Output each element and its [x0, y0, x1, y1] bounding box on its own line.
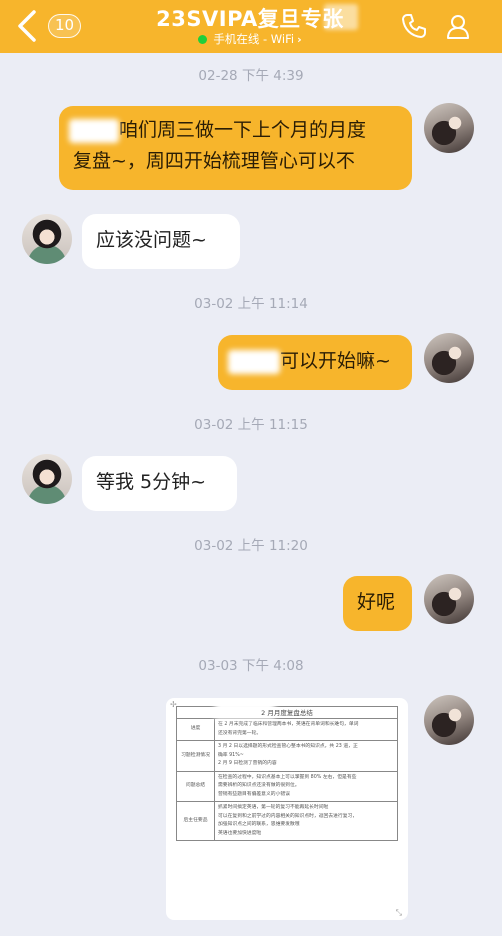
self-avatar[interactable]: [424, 574, 474, 624]
chat-header: 10 23SVIPA复旦专张 手机在线 - WiFi ›: [0, 0, 502, 53]
message-line: 复盘~，周四开始梳理管心可以不: [73, 150, 355, 172]
message-timestamp: 02-28 下午 4:39: [198, 68, 304, 84]
back-chevron-icon: [18, 10, 36, 42]
document-preview: 2 月月度复盘总结 进度 在 2 月末完成了临床和营理两本书，英语在背单词和长难…: [176, 701, 398, 841]
incoming-message[interactable]: 应该没问题~: [82, 214, 240, 269]
message-line: 咱们周三做一下上个月的月度: [69, 115, 398, 146]
table-cell-key: 后主任要品: [176, 801, 215, 841]
online-status-text: 手机在线 - WiFi: [213, 32, 295, 46]
self-avatar[interactable]: [424, 695, 474, 745]
redacted-mask: [324, 4, 358, 30]
document-table: 进度 在 2 月末完成了临床和营理两本书，英语在背单词和长难句，单词 还没有背完…: [176, 718, 398, 841]
redacted-mask: [69, 118, 119, 143]
table-cell-value: 3 月 2 日以选择题的形式检查管心整本书的知识点，共 23 道，正 确率 91…: [214, 740, 398, 772]
incoming-message[interactable]: 等我 5分钟~: [82, 456, 237, 511]
unread-count-badge[interactable]: 10: [48, 14, 82, 38]
table-row: 习题检测情况 3 月 2 日以选择题的形式检查管心整本书的知识点，共 23 道，…: [176, 740, 398, 772]
table-cell-key: 进度: [176, 718, 215, 741]
self-avatar[interactable]: [424, 103, 474, 153]
phone-icon[interactable]: [400, 12, 428, 40]
image-message[interactable]: ✢ 2 月月度复盘总结 进度 在 2 月末完成了临床和营理两本书，英语在背单词和…: [166, 698, 408, 920]
table-row: 问题总结 在检查的过程中，知识点基本上可以掌握到 80% 左右，但是有些 需要辨…: [176, 770, 398, 802]
online-dot-icon: [198, 34, 208, 44]
message-timestamp: 03-03 下午 4:08: [198, 658, 304, 674]
table-cell-key: 问题总结: [176, 770, 215, 802]
online-status[interactable]: 手机在线 - WiFi ›: [170, 31, 330, 47]
contact-avatar[interactable]: [22, 214, 72, 264]
outgoing-message[interactable]: 咱们周三做一下上个月的月度 复盘~，周四开始梳理管心可以不: [59, 106, 412, 190]
message-timestamp: 03-02 上午 11:14: [194, 296, 308, 312]
message-timestamp: 03-02 上午 11:15: [194, 417, 308, 433]
redacted-mask: [228, 349, 280, 374]
outgoing-message[interactable]: 可以开始嘛~: [218, 335, 412, 390]
document-title: 2 月月度复盘总结: [176, 701, 398, 719]
resize-handle-icon: ⤡: [395, 908, 402, 917]
table-cell-value: 在检查的过程中，知识点基本上可以掌握到 80% 左右，但是有些 需要辨析的知识点…: [214, 770, 398, 802]
outgoing-message[interactable]: 好呢: [343, 576, 412, 631]
contact-avatar[interactable]: [22, 454, 72, 504]
table-cell-key: 习题检测情况: [176, 740, 215, 772]
profile-icon[interactable]: [444, 12, 472, 40]
chevron-right-icon: ›: [297, 32, 302, 46]
message-timestamp: 03-02 上午 11:20: [194, 538, 308, 554]
table-cell-value: 在 2 月末完成了临床和营理两本书，英语在背单词和长难句，单词 还没有背完第一轮…: [214, 718, 398, 741]
table-cell-value: 抓紧时间搞定英语，第一轮的复习不能再延长时间啦 可以在复到和之前学过的内容相关的…: [214, 801, 398, 841]
table-row: 后主任要品 抓紧时间搞定英语，第一轮的复习不能再延长时间啦 可以在复到和之前学过…: [176, 801, 398, 841]
self-avatar[interactable]: [424, 333, 474, 383]
table-row: 进度 在 2 月末完成了临床和营理两本书，英语在背单词和长难句，单词 还没有背完…: [176, 718, 398, 741]
